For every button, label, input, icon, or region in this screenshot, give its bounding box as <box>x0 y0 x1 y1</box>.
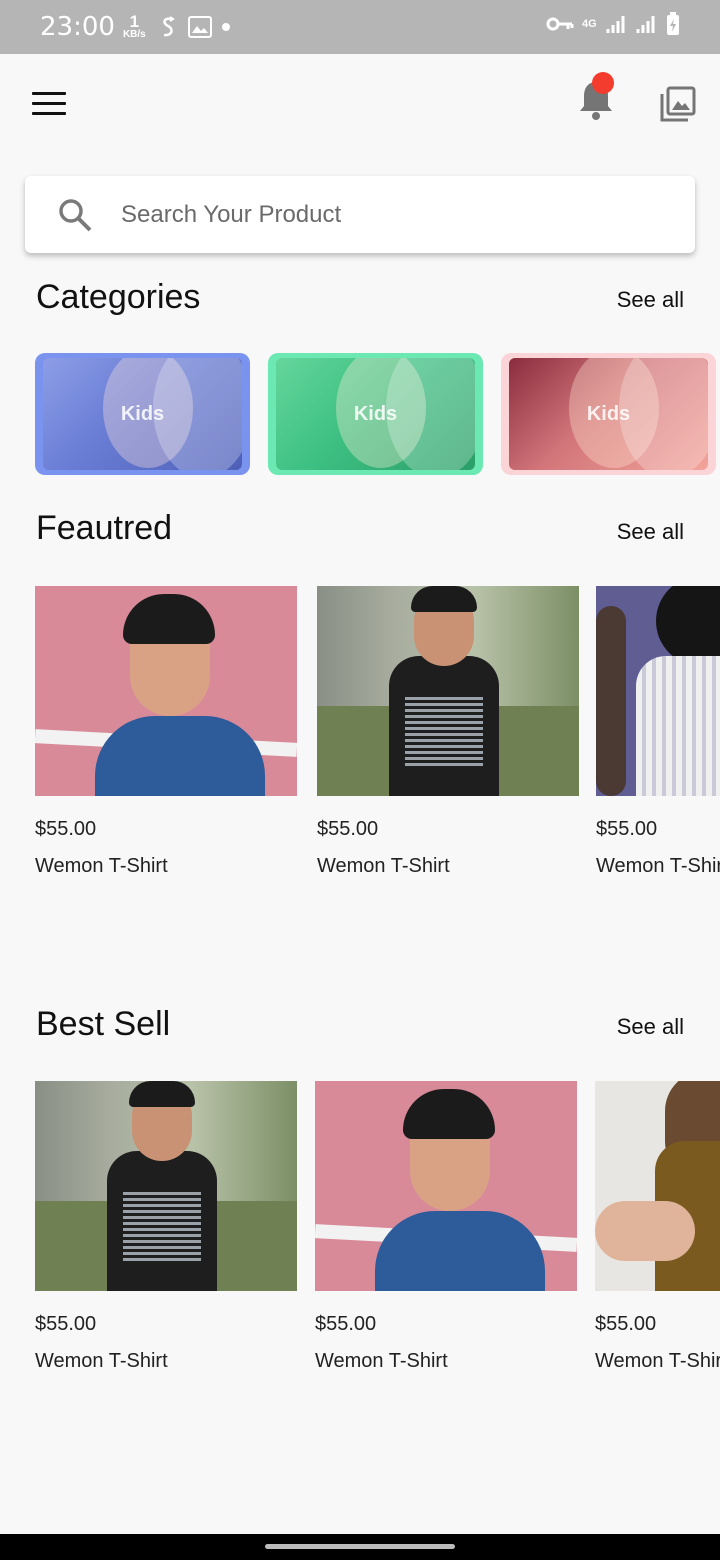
search-box[interactable] <box>25 176 695 253</box>
product-image <box>596 586 720 796</box>
product-name: Wemon T-Shirt <box>35 1350 168 1372</box>
app-bar <box>0 54 720 154</box>
category-card-2[interactable]: Kids <box>268 353 483 475</box>
product-price: $55.00 <box>595 1313 657 1335</box>
product-name: Wemon T-Shirt <box>35 855 168 877</box>
product-price: $55.00 <box>317 818 379 840</box>
product-image <box>595 1081 720 1291</box>
product-name: Wemon T-Shirt <box>315 1350 448 1372</box>
product-image <box>317 586 579 796</box>
category-image: Kids <box>509 358 708 470</box>
best-sell-list[interactable]: $55.00 Wemon T-Shirt $55.00 Wemon T-Shir… <box>0 1081 720 1381</box>
product-name: Wemon T-Shirt <box>317 855 450 877</box>
featured-product-1[interactable]: $55.00 Wemon T-Shirt <box>35 586 297 878</box>
best-sell-product-3[interactable]: $55.00 Wemon T-Shirt <box>595 1081 720 1373</box>
product-image <box>35 586 297 796</box>
category-label: Kids <box>586 402 631 425</box>
search-input[interactable] <box>121 200 641 229</box>
category-label: Kids <box>353 402 398 425</box>
categories-see-all-link[interactable]: See all <box>617 287 684 313</box>
featured-product-2[interactable]: $55.00 Wemon T-Shirt <box>317 586 579 878</box>
network-speed: 1 KB/s <box>122 12 146 40</box>
best-sell-see-all-link[interactable]: See all <box>617 1014 684 1040</box>
product-name: Wemon T-Shirt <box>595 1350 720 1372</box>
system-navigation-bar <box>0 1534 720 1560</box>
featured-product-3[interactable]: $55.00 Wemon T-Shirt <box>596 586 720 878</box>
product-price: $55.00 <box>315 1313 377 1335</box>
featured-list[interactable]: $55.00 Wemon T-Shirt $55.00 Wemon T-Shir… <box>0 586 720 886</box>
category-image: Kids <box>43 358 242 470</box>
search-icon <box>59 198 92 231</box>
featured-title: Feautred <box>36 509 173 547</box>
best-sell-title: Best Sell <box>36 1005 171 1043</box>
battery-icon <box>667 12 679 35</box>
best-sell-product-2[interactable]: $55.00 Wemon T-Shirt <box>315 1081 577 1373</box>
home-gesture-handle[interactable] <box>265 1544 455 1549</box>
signal-icon <box>606 16 625 33</box>
more-notifications-dot <box>221 23 230 31</box>
gallery-icon[interactable] <box>660 86 696 122</box>
category-card-3[interactable]: Kids <box>501 353 716 475</box>
best-sell-product-1[interactable]: $55.00 Wemon T-Shirt <box>35 1081 297 1373</box>
sync-icon <box>163 16 175 37</box>
categories-title: Categories <box>36 278 201 316</box>
status-time: 23:00 <box>40 12 115 42</box>
network-speed-value: 1 <box>129 12 140 31</box>
network-speed-unit: KB/s <box>122 29 146 40</box>
notification-badge <box>592 72 614 94</box>
category-card-1[interactable]: Kids <box>35 353 250 475</box>
category-image: Kids <box>276 358 475 470</box>
product-price: $55.00 <box>35 1313 97 1335</box>
category-label: Kids <box>120 402 165 425</box>
network-type: 4G <box>582 17 597 30</box>
product-price: $55.00 <box>35 818 97 840</box>
status-bar: 23:00 1 KB/s 4G <box>0 0 720 54</box>
product-image <box>35 1081 297 1291</box>
menu-icon[interactable] <box>32 92 66 118</box>
signal-icon-2 <box>636 16 655 33</box>
featured-see-all-link[interactable]: See all <box>617 519 684 545</box>
product-name: Wemon T-Shirt <box>596 855 720 877</box>
product-price: $55.00 <box>596 818 658 840</box>
product-image <box>315 1081 577 1291</box>
image-notification-icon <box>187 16 212 38</box>
vpn-key-icon <box>546 17 574 31</box>
